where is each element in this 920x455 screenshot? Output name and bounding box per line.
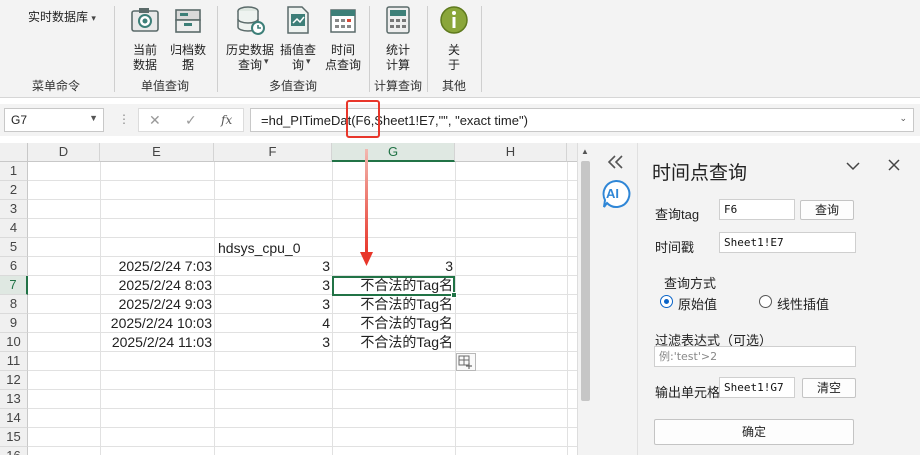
scroll-up-icon[interactable]: ▲	[581, 147, 589, 156]
expand-formula-icon[interactable]: ⌄	[899, 113, 907, 124]
timestamp-input[interactable]: Sheet1!E7	[719, 232, 856, 253]
filter-input[interactable]: 例:'test'>2	[654, 346, 856, 367]
chevron-down-icon[interactable]	[846, 161, 860, 171]
active-cell-selection	[332, 276, 455, 296]
group-label-other: 其他	[441, 79, 466, 93]
chevron-down-icon: ▾	[264, 56, 269, 66]
function-icon[interactable]: fx	[221, 113, 232, 127]
side-strip: AI	[593, 143, 638, 455]
formula-text: =hd_PITimeDat(F6,Sheet1!E7,"", "exact ti…	[261, 113, 528, 128]
quick-analysis-icon	[458, 355, 472, 369]
ai-assistant-button[interactable]: AI	[601, 179, 631, 209]
linear-interp-label[interactable]: 线性插值	[777, 294, 829, 313]
linear-interp-radio[interactable]	[759, 295, 772, 308]
close-icon[interactable]	[888, 159, 900, 171]
about-label: 关 于	[447, 43, 460, 72]
timestamp-label: 时间戳	[655, 240, 695, 255]
group-label-calc: 计算查询	[373, 79, 422, 93]
annotation-highlight-box	[346, 100, 380, 138]
raw-value-radio[interactable]	[660, 295, 673, 308]
output-cell-input[interactable]: Sheet1!G7	[719, 377, 795, 398]
cancel-icon[interactable]: ✕	[149, 112, 161, 129]
fill-handle[interactable]	[451, 292, 457, 298]
tag-input[interactable]: F6	[719, 199, 795, 220]
chevron-down-icon: ▾	[306, 56, 311, 66]
chevron-down-icon: ▾	[185, 56, 190, 66]
statistics-button[interactable]: 统计 计算	[380, 4, 416, 73]
ok-button[interactable]: 确定	[654, 419, 854, 445]
query-button[interactable]: 查询	[800, 200, 854, 220]
group-menu: 菜单命令	[0, 0, 112, 98]
annotation-arrow	[360, 149, 373, 266]
database-icon	[237, 6, 265, 35]
tag-label: 查询tag	[655, 207, 700, 222]
calendar-icon	[330, 9, 356, 33]
output-cell-label: 输出单元格	[655, 385, 721, 400]
name-box-value: G7	[11, 113, 28, 127]
group-multi: 历史数据 查询 ▾ 插值查 询 ▾ 时间 点查询 多值查询	[218, 0, 368, 98]
timepoint-query-button[interactable]: 时间 点查询	[320, 4, 366, 73]
group-other: 关 于 其他	[428, 0, 480, 98]
group-label-menu: 菜单命令	[31, 79, 80, 93]
interpolation-query-button[interactable]: 插值查 询 ▾	[278, 4, 318, 73]
archive-data-button[interactable]: 归档数 据 ▾	[165, 4, 211, 73]
raw-value-label[interactable]: 原始值	[678, 294, 717, 313]
panel-title: 时间点查询	[652, 163, 748, 184]
formula-bar: G7 ▼ ⋮ ✕ ✓ fx =hd_PITimeDat(F6,Sheet1!E7…	[0, 104, 920, 136]
group-single: 当前 数据 归档数 据 ▾ 单值查询	[115, 0, 215, 98]
more-options-icon[interactable]: ⋮	[118, 112, 130, 126]
timepoint-query-panel: 时间点查询 查询tag F6 查询 时间戳 Sheet1!E7 查询方式 原始值…	[638, 143, 920, 455]
name-box[interactable]: G7 ▼	[4, 108, 104, 132]
timepoint-query-label: 时间 点查询	[324, 43, 361, 72]
document-chart-icon	[287, 6, 309, 34]
quick-analysis-button[interactable]	[456, 353, 476, 371]
ribbon-separator	[481, 6, 482, 92]
group-label-multi: 多值查询	[268, 79, 317, 93]
ai-label: AI	[606, 186, 619, 201]
query-mode-group: 查询方式 原始值 线性插值	[654, 266, 854, 316]
current-data-button[interactable]: 当前 数据	[127, 4, 163, 73]
spreadsheet-grid[interactable]: D E F G H 12345678910111213141516 hdsys_…	[0, 143, 577, 455]
interpolation-query-label: 插值查 询	[279, 43, 316, 72]
camera-icon	[131, 8, 159, 32]
clear-button[interactable]: 清空	[802, 378, 856, 398]
enter-icon[interactable]: ✓	[185, 112, 197, 129]
chevron-down-icon[interactable]: ▼	[89, 113, 98, 123]
group-calc: 统计 计算 计算查询	[370, 0, 426, 98]
vertical-scrollbar[interactable]: ▲	[577, 143, 593, 455]
about-button[interactable]: 关 于	[438, 4, 470, 73]
statistics-label: 统计 计算	[385, 43, 410, 72]
current-data-label: 当前 数据	[132, 43, 157, 72]
history-query-button[interactable]: 历史数据 查询 ▾	[224, 4, 276, 73]
calculator-icon	[386, 6, 410, 34]
info-icon	[440, 6, 468, 34]
formula-actions: ✕ ✓ fx	[138, 108, 244, 132]
group-label-single: 单值查询	[140, 79, 189, 93]
ribbon: 实时数据库 ▾ 菜单命令 当前 数据 归档数 据 ▾ 单值查询 历史数据 查询 …	[0, 0, 920, 98]
query-mode-label: 查询方式	[664, 276, 717, 291]
scroll-thumb[interactable]	[581, 161, 590, 401]
collapse-double-chevron-icon[interactable]	[607, 155, 625, 169]
archive-icon	[175, 9, 201, 33]
